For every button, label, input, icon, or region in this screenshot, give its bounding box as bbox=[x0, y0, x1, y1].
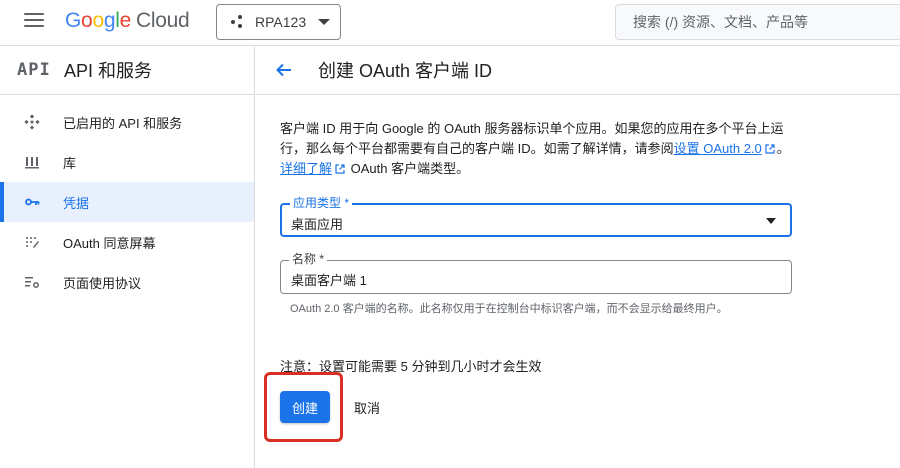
library-icon bbox=[23, 153, 41, 171]
search-input[interactable] bbox=[615, 4, 900, 40]
dropdown-arrow-icon bbox=[766, 218, 776, 224]
sidebar-item-label: 页面使用协议 bbox=[63, 275, 142, 291]
sidebar: API API 和服务 已启用的 API 和服务 库 凭据 OAuth 同意屏幕… bbox=[0, 46, 255, 468]
name-label: 名称 * bbox=[289, 253, 328, 266]
chevron-down-icon bbox=[318, 19, 330, 25]
page-header: 创建 OAuth 客户端 ID bbox=[256, 46, 900, 95]
external-link-icon bbox=[765, 144, 775, 154]
sidebar-item-label: 已启用的 API 和服务 bbox=[63, 115, 183, 131]
sidebar-item-enabled-apis[interactable]: 已启用的 API 和服务 bbox=[0, 102, 254, 142]
sidebar-item-credentials[interactable]: 凭据 bbox=[0, 182, 254, 222]
sidebar-item-label: 凭据 bbox=[63, 195, 90, 211]
sidebar-item-label: OAuth 同意屏幕 bbox=[63, 235, 156, 251]
application-type-value: 桌面应用 bbox=[291, 217, 344, 232]
sidebar-item-page-agreement[interactable]: 页面使用协议 bbox=[0, 262, 254, 302]
back-arrow-icon[interactable] bbox=[274, 60, 294, 80]
create-button[interactable]: 创建 bbox=[280, 391, 330, 423]
sidebar-nav: 已启用的 API 和服务 库 凭据 OAuth 同意屏幕 页面使用协议 bbox=[0, 95, 254, 302]
page-agreement-icon bbox=[23, 273, 41, 291]
sidebar-header: API API 和服务 bbox=[0, 46, 254, 95]
enabled-apis-icon bbox=[23, 113, 41, 131]
application-type-select[interactable]: 应用类型 * 桌面应用 bbox=[280, 197, 792, 237]
page-title: 创建 OAuth 客户端 ID bbox=[318, 61, 493, 81]
description-text: 客户端 ID 用于向 Google 的 OAuth 服务器标识单个应用。如果您的… bbox=[280, 121, 790, 176]
project-name: RPA123 bbox=[255, 14, 307, 30]
project-picker[interactable]: RPA123 bbox=[216, 4, 341, 40]
description-block: 客户端 ID 用于向 Google 的 OAuth 服务器标识单个应用。如果您的… bbox=[280, 119, 800, 179]
sidebar-title: API 和服务 bbox=[64, 61, 153, 81]
sidebar-item-library[interactable]: 库 bbox=[0, 142, 254, 182]
external-link-icon bbox=[335, 164, 345, 174]
consent-screen-icon bbox=[23, 233, 41, 251]
main-content: 创建 OAuth 客户端 ID 客户端 ID 用于向 Google 的 OAut… bbox=[256, 46, 900, 468]
learn-more-link[interactable]: 详细了解 bbox=[280, 161, 332, 176]
name-helper-text: OAuth 2.0 客户端的名称。此名称仅用于在控制台中标识客户端，而不会显示给… bbox=[290, 303, 728, 315]
key-icon bbox=[23, 193, 41, 211]
project-dots-icon bbox=[231, 15, 245, 29]
sidebar-item-label: 库 bbox=[63, 155, 77, 171]
google-cloud-logo[interactable]: Google Cloud bbox=[65, 9, 190, 33]
sidebar-item-oauth-consent[interactable]: OAuth 同意屏幕 bbox=[0, 222, 254, 262]
name-value: 桌面客户端 1 bbox=[291, 273, 367, 288]
top-bar: Google Cloud RPA123 bbox=[0, 0, 900, 46]
hamburger-menu-icon[interactable] bbox=[24, 13, 44, 31]
application-type-label: 应用类型 * bbox=[290, 197, 353, 210]
setup-oauth-link[interactable]: 设置 OAuth 2.0 bbox=[674, 141, 762, 156]
api-logo-icon: API bbox=[17, 60, 51, 80]
name-field[interactable]: 名称 * 桌面客户端 1 bbox=[280, 253, 792, 294]
cancel-button[interactable]: 取消 bbox=[346, 391, 388, 423]
